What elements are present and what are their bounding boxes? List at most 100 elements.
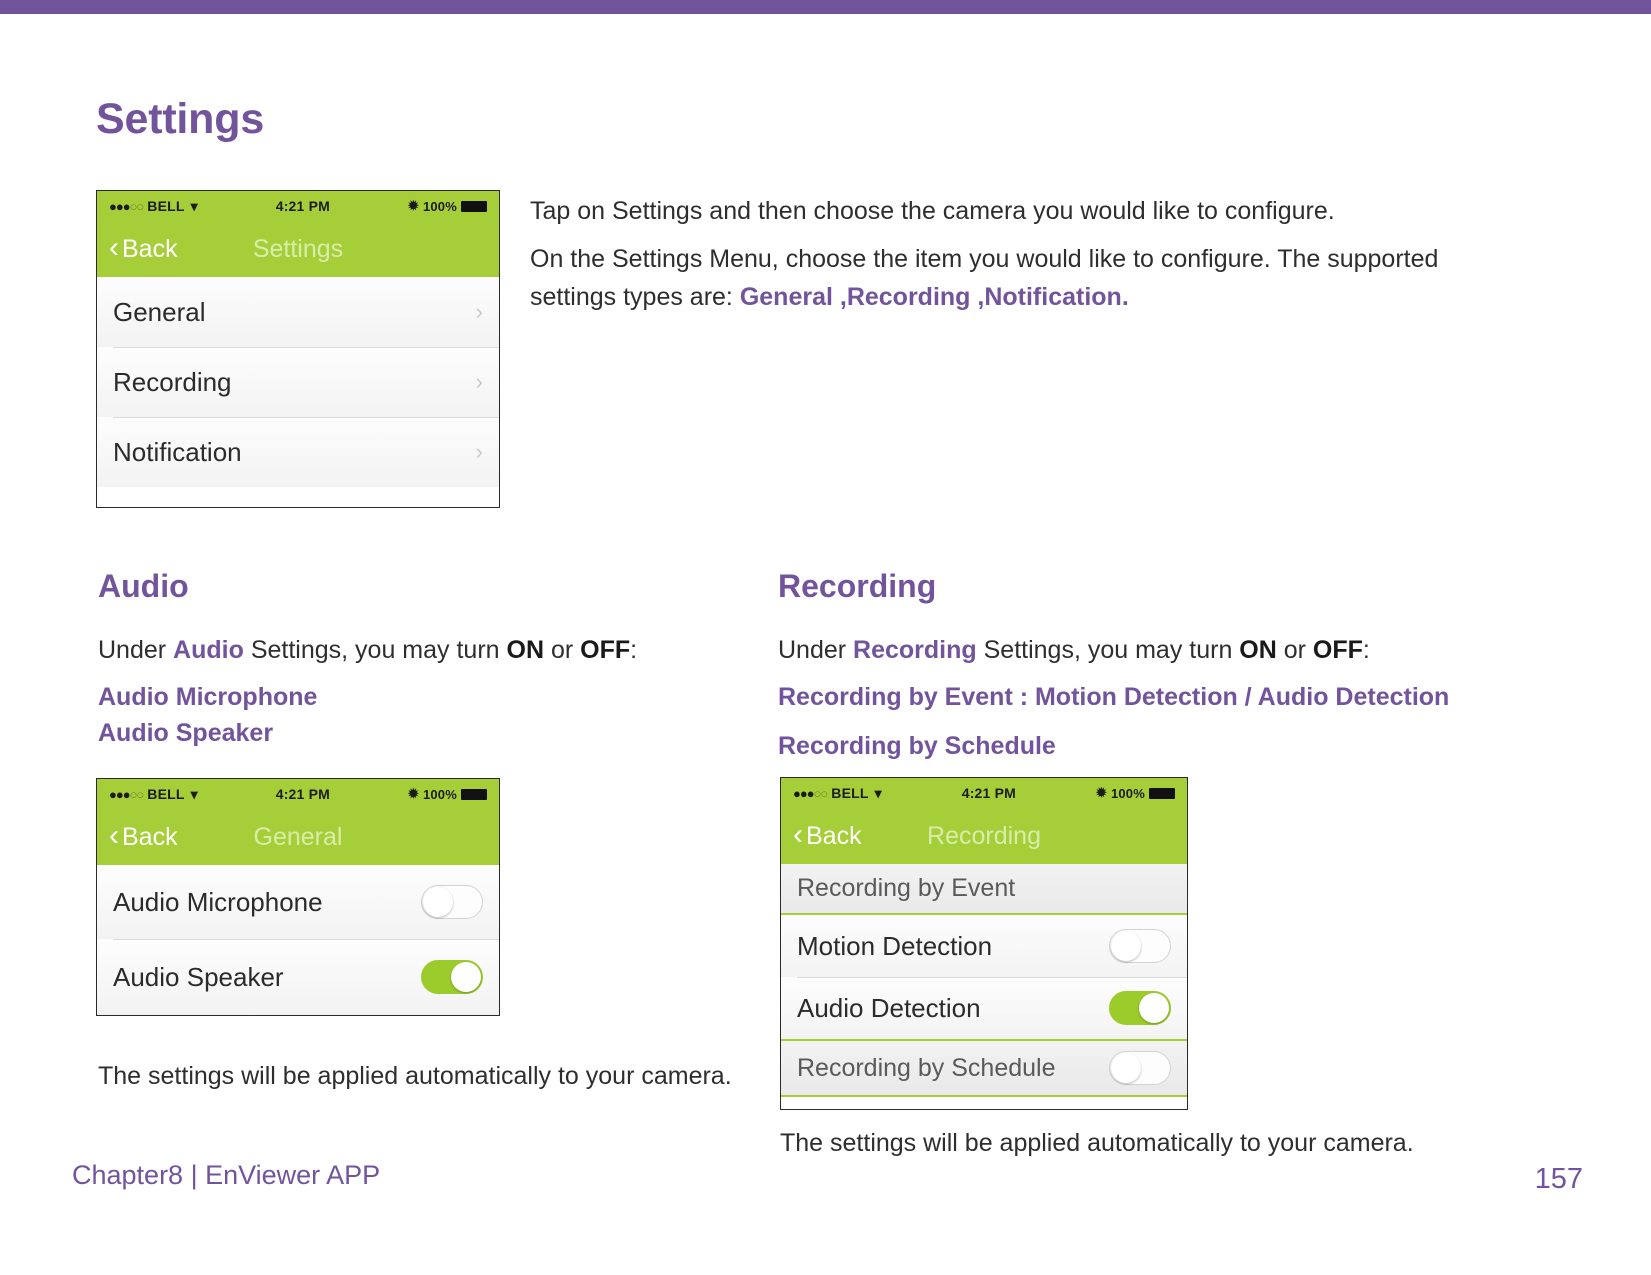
chevron-right-icon: › <box>475 439 483 464</box>
status-bar: ●●●○○ BELL ▾ 4:21 PM ✹ 100% <box>97 779 499 809</box>
section-header-recording-by-schedule[interactable]: Recording by Schedule <box>781 1039 1187 1097</box>
list-item-recording[interactable]: Recording › <box>97 347 499 417</box>
recording-desc-accent: Recording <box>853 636 977 664</box>
recording-desc-off: OFF <box>1312 636 1363 664</box>
signal-dots-icon: ●●●○○ <box>793 785 828 801</box>
section-heading-recording: Recording <box>778 568 937 604</box>
toggle-knob <box>1111 1053 1141 1083</box>
toggle-audio-detection[interactable] <box>1109 991 1171 1025</box>
status-bar: ●●●○○ BELL ▾ 4:21 PM ✹ 100% <box>97 191 499 221</box>
list-item-audio-detection[interactable]: Audio Detection <box>781 977 1187 1039</box>
clock-label: 4:21 PM <box>275 198 331 214</box>
list-item-general[interactable]: General › <box>97 277 499 347</box>
wifi-icon: ▾ <box>874 784 882 801</box>
status-bar-left: ●●●○○ BELL ▾ <box>109 198 198 215</box>
back-button[interactable]: ‹ Back <box>109 820 178 852</box>
footer-page-number: 157 <box>1534 1163 1583 1195</box>
navigation-bar: ‹ Back General <box>97 809 499 865</box>
top-accent-bar <box>0 0 1651 14</box>
section-heading-audio: Audio <box>98 568 189 604</box>
audio-note: The settings will be applied automatical… <box>98 1062 732 1090</box>
signal-dots-icon: ●●●○○ <box>109 198 144 214</box>
audio-item-speaker: Audio Speaker <box>98 718 274 747</box>
wifi-icon: ▾ <box>190 785 198 802</box>
general-settings-list: Audio Microphone Audio Speaker <box>97 865 499 1015</box>
audio-desc-suffix: : <box>630 636 638 664</box>
list-item-motion-detection[interactable]: Motion Detection <box>781 915 1187 977</box>
audio-desc-prefix: Under <box>98 636 174 664</box>
list-item-label: Recording <box>113 366 232 397</box>
battery-percent-label: 100% <box>422 198 457 214</box>
recording-desc-prefix: Under <box>778 636 854 664</box>
back-button[interactable]: ‹ Back <box>793 817 862 851</box>
bluetooth-icon: ✹ <box>407 786 419 801</box>
battery-percent-label: 100% <box>422 786 457 802</box>
battery-icon <box>1149 787 1175 799</box>
list-item-label: Audio Speaker <box>113 961 284 992</box>
toggle-knob <box>423 887 453 917</box>
toggle-knob <box>1111 931 1141 961</box>
settings-types-accent: General ,Recording ,Notification. <box>739 283 1129 311</box>
battery-icon <box>461 200 487 212</box>
list-item-notification[interactable]: Notification › <box>97 417 499 487</box>
recording-description: Under Recording Settings, you may turn O… <box>778 631 1478 669</box>
audio-desc-on: ON <box>506 636 545 664</box>
carrier-label: BELL <box>147 786 185 802</box>
recording-note: The settings will be applied automatical… <box>780 1129 1414 1157</box>
footer-chapter-label: Chapter8 | EnViewer APP <box>72 1160 381 1190</box>
wifi-icon: ▾ <box>190 197 198 214</box>
recording-settings-list: Recording by Event Motion Detection Audi… <box>781 864 1187 1097</box>
section-header-recording-by-event[interactable]: Recording by Event <box>781 864 1187 915</box>
audio-desc-or: or <box>544 636 581 664</box>
audio-item-microphone: Audio Microphone <box>98 683 318 711</box>
recording-desc-suffix: : <box>1362 636 1370 664</box>
chevron-right-icon: › <box>475 369 483 394</box>
recording-desc-or: or <box>1276 636 1313 664</box>
list-item-label: Audio Detection <box>797 992 981 1023</box>
audio-item-list: Audio Microphone Audio Speaker <box>98 680 317 751</box>
audio-desc-accent: Audio <box>173 636 244 664</box>
section-header-label: Recording by Event <box>797 874 1016 902</box>
page-title: Settings <box>96 95 265 143</box>
list-item-audio-microphone[interactable]: Audio Microphone <box>97 865 499 939</box>
list-item-audio-speaker[interactable]: Audio Speaker <box>97 939 499 1015</box>
phone-screenshot-general: ●●●○○ BELL ▾ 4:21 PM ✹ 100% ‹ Back Gener… <box>96 778 500 1016</box>
status-bar: ●●●○○ BELL ▾ 4:21 PM ✹ 100% <box>781 778 1187 808</box>
audio-desc-off: OFF <box>580 636 631 664</box>
battery-icon <box>461 788 487 800</box>
clock-label: 4:21 PM <box>961 785 1017 801</box>
status-bar-left: ●●●○○ BELL ▾ <box>793 785 882 802</box>
chevron-right-icon: › <box>475 299 483 324</box>
chevron-left-icon: ‹ <box>793 817 803 851</box>
signal-dots-icon: ●●●○○ <box>109 786 144 802</box>
toggle-audio-speaker[interactable] <box>421 960 483 994</box>
toggle-motion-detection[interactable] <box>1109 929 1171 963</box>
carrier-label: BELL <box>147 198 185 214</box>
section-header-label: Recording by Schedule <box>797 1053 1056 1082</box>
toggle-knob <box>1139 993 1169 1023</box>
phone-screenshot-settings: ●●●○○ BELL ▾ 4:21 PM ✹ 100% ‹ Back Setti… <box>96 190 500 508</box>
recording-item-by-event: Recording by Event : Motion Detection / … <box>778 683 1450 711</box>
status-bar-left: ●●●○○ BELL ▾ <box>109 786 198 803</box>
battery-percent-label: 100% <box>1110 785 1145 801</box>
list-item-label: Motion Detection <box>797 930 993 961</box>
status-bar-right: ✹ 100% <box>408 786 487 802</box>
status-bar-right: ✹ 100% <box>1096 785 1175 801</box>
list-item-label: Audio Microphone <box>113 886 323 917</box>
toggle-recording-by-schedule[interactable] <box>1109 1051 1171 1085</box>
list-item-label: Notification <box>113 436 242 467</box>
back-button[interactable]: ‹ Back <box>109 232 178 264</box>
phone-screenshot-recording: ●●●○○ BELL ▾ 4:21 PM ✹ 100% ‹ Back Recor… <box>780 777 1188 1110</box>
toggle-audio-microphone[interactable] <box>421 885 483 919</box>
intro-paragraph-1: Tap on Settings and then choose the came… <box>530 197 1335 225</box>
toggle-knob <box>451 962 481 992</box>
recording-desc-middle: Settings, you may turn <box>976 636 1240 664</box>
status-bar-right: ✹ 100% <box>408 198 487 214</box>
document-page: Settings ●●●○○ BELL ▾ 4:21 PM ✹ 100% ‹ B… <box>0 0 1651 1275</box>
navigation-bar: ‹ Back Settings <box>97 221 499 277</box>
settings-list: General › Recording › Notification › <box>97 277 499 487</box>
intro-paragraph-2: On the Settings Menu, choose the item yo… <box>530 240 1482 316</box>
audio-description: Under Audio Settings, you may turn ON or… <box>98 631 738 669</box>
bluetooth-icon: ✹ <box>1095 785 1107 800</box>
navigation-bar: ‹ Back Recording <box>781 808 1187 864</box>
